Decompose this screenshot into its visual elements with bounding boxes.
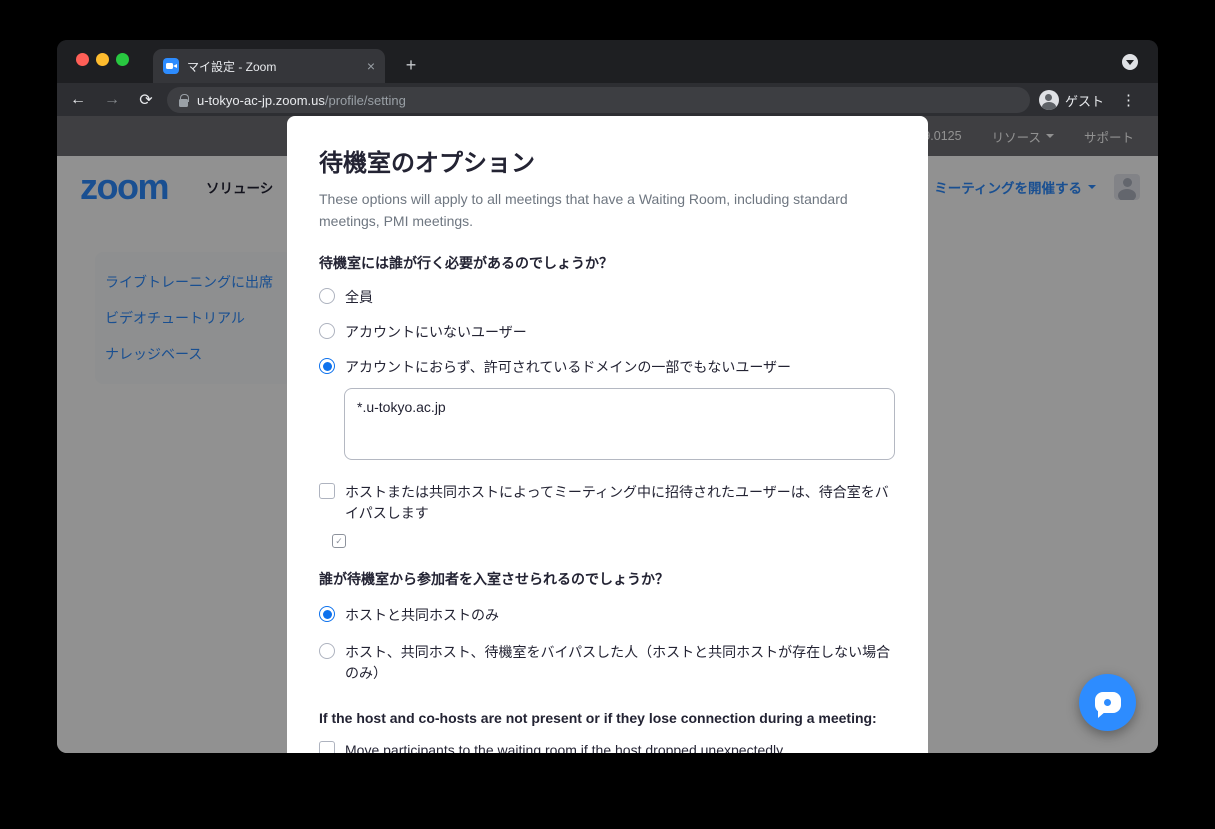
radio-button[interactable] — [319, 643, 335, 659]
question-who-goes-to-waiting-room: 待機室には誰が行く必要があるのでしょうか？ — [319, 253, 896, 273]
url-bar[interactable]: u-tokyo-ac-jp.zoom.us/profile/setting — [167, 87, 1030, 113]
radio-option-host-cohosts-only[interactable]: ホストと共同ホストのみ — [319, 605, 896, 626]
radio-option-host-cohosts-bypassers[interactable]: ホスト、共同ホスト、待機室をバイパスした人（ホストと共同ホストが存在しない場合の… — [319, 642, 896, 684]
radio-button-selected[interactable] — [319, 358, 335, 374]
browser-tab[interactable]: マイ設定 - Zoom × — [153, 49, 385, 83]
radio-button-selected[interactable] — [319, 606, 335, 622]
checkbox[interactable] — [319, 483, 335, 499]
forward-button[interactable]: → — [99, 87, 125, 113]
heading-host-not-present: If the host and co-hosts are not present… — [319, 710, 896, 726]
radio-option-users-not-in-domains[interactable]: アカウントにおらず、許可されているドメインの一部でもないユーザー — [319, 357, 896, 378]
window-minimize-button[interactable] — [96, 53, 109, 66]
tab-title: マイ設定 - Zoom — [187, 58, 359, 75]
checkbox[interactable] — [319, 741, 335, 753]
zoom-favicon-icon — [163, 58, 179, 74]
radio-option-users-not-in-account[interactable]: アカウントにいないユーザー — [319, 322, 896, 343]
dialog-title: 待機室のオプション — [319, 143, 896, 178]
browser-toolbar: ← → ⟳ u-tokyo-ac-jp.zoom.us/profile/sett… — [57, 83, 1158, 116]
waiting-room-options-dialog: 待機室のオプション These options will apply to al… — [287, 116, 928, 753]
radio-button[interactable] — [319, 323, 335, 339]
window-close-button[interactable] — [76, 53, 89, 66]
url-host: u-tokyo-ac-jp.zoom.us — [197, 93, 325, 108]
page-viewport: 88.799.0125 リソース サポート zoom ソリューシ ミーティングを… — [57, 116, 1158, 753]
profile-label: ゲスト — [1065, 91, 1104, 110]
profile-avatar-icon — [1039, 90, 1059, 110]
radio-button[interactable] — [319, 288, 335, 304]
lock-icon — [179, 94, 188, 107]
sub-option-checkbox[interactable]: ✓ — [332, 534, 346, 548]
checkbox-option-move-participants[interactable]: Move participants to the waiting room if… — [319, 740, 896, 753]
question-who-can-admit: 誰が待機室から参加者を入室させられるのでしょうか？ — [319, 569, 896, 589]
traffic-lights — [76, 53, 129, 66]
tab-strip: マイ設定 - Zoom × + — [57, 40, 1158, 83]
browser-menu-icon[interactable]: ⋮ — [1116, 87, 1142, 113]
back-button[interactable]: ← — [65, 87, 91, 113]
radio-option-everyone[interactable]: 全員 — [319, 287, 896, 308]
browser-profile-button[interactable]: ゲスト — [1039, 87, 1104, 113]
allowed-domains-input[interactable]: *.u-tokyo.ac.jp — [344, 388, 895, 460]
checkbox-option-bypass-waiting-room[interactable]: ホストまたは共同ホストによってミーティング中に招待されたユーザーは、待合室をバイ… — [319, 482, 896, 524]
reload-button[interactable]: ⟳ — [133, 87, 159, 113]
new-tab-button[interactable]: + — [398, 52, 424, 78]
chrome-profile-chevron-icon[interactable] — [1122, 54, 1138, 70]
chat-bubble-icon — [1095, 692, 1121, 713]
help-chat-button[interactable] — [1079, 674, 1136, 731]
url-text: u-tokyo-ac-jp.zoom.us/profile/setting — [197, 93, 406, 108]
window-maximize-button[interactable] — [116, 53, 129, 66]
tab-close-icon[interactable]: × — [367, 58, 375, 74]
url-path: /profile/setting — [325, 93, 406, 108]
dialog-description: These options will apply to all meetings… — [319, 189, 859, 232]
browser-window: マイ設定 - Zoom × + ← → ⟳ u-tokyo-ac-jp.zoom… — [57, 40, 1158, 753]
